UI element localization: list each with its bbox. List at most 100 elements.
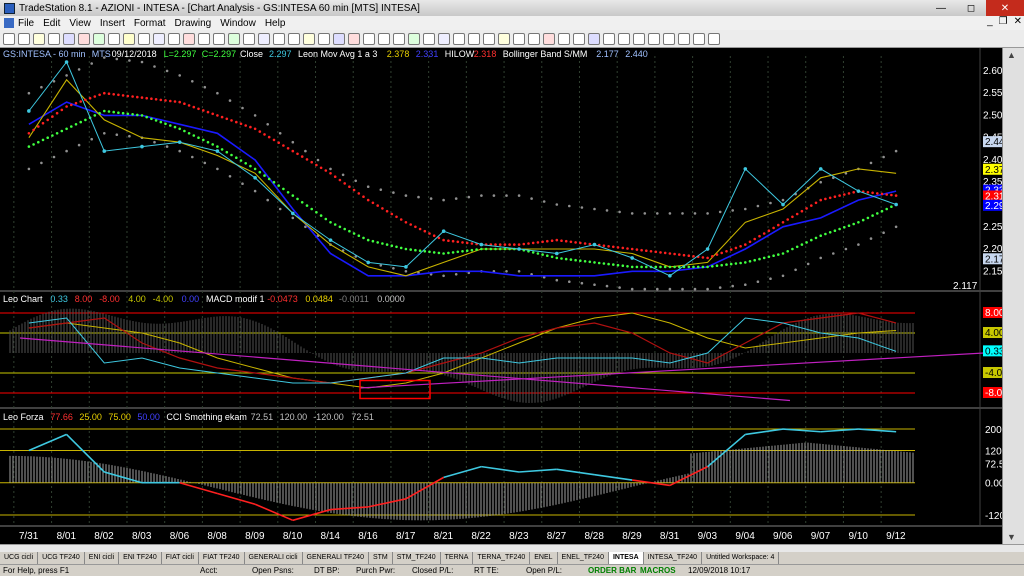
toolbar-tool-icon[interactable] <box>243 32 255 45</box>
toolbar-tool-icon[interactable] <box>468 32 480 45</box>
toolbar-tool-icon[interactable] <box>153 32 165 45</box>
hilow-point <box>169 99 172 103</box>
toolbar-tool-icon[interactable] <box>393 32 405 45</box>
toolbar-tool-icon[interactable] <box>78 32 90 45</box>
workspace-tab[interactable]: GENERALI cicli <box>245 552 303 564</box>
hilow-point <box>352 188 356 192</box>
toolbar-tool-icon[interactable] <box>123 32 135 45</box>
scroll-down-arrow-icon[interactable]: ▼ <box>1007 532 1016 542</box>
menu-edit[interactable]: Edit <box>43 18 60 29</box>
toolbar-tool-icon[interactable] <box>48 32 60 45</box>
cci-header-text: 25.00 <box>79 412 102 422</box>
toolbar-tool-icon[interactable] <box>333 32 345 45</box>
toolbar-tool-icon[interactable] <box>663 32 675 45</box>
toolbar-tool-icon[interactable] <box>138 32 150 45</box>
menu-help[interactable]: Help <box>265 18 286 29</box>
toolbar-tool-icon[interactable] <box>648 32 660 45</box>
toolbar-tool-icon[interactable] <box>438 32 450 45</box>
workspace-tab[interactable]: INTESA_TF240 <box>644 552 703 564</box>
macros-button[interactable]: MACROS <box>640 566 688 575</box>
mdi-close-button[interactable]: ✕ <box>1014 16 1022 27</box>
toolbar-tool-icon[interactable] <box>18 32 30 45</box>
bollinger-upper-point <box>77 68 81 71</box>
workspace-tab[interactable]: STM_TF240 <box>393 552 441 564</box>
toolbar-tool-icon[interactable] <box>363 32 375 45</box>
workspace-tab[interactable]: STM <box>369 552 393 564</box>
toolbar-tool-icon[interactable] <box>228 32 240 45</box>
workspace-tab[interactable]: FIAT cicli <box>162 552 199 564</box>
bollinger-green-point <box>333 223 337 226</box>
toolbar-tool-icon[interactable] <box>168 32 180 45</box>
workspace-tab[interactable]: ENEL_TF240 <box>558 552 609 564</box>
toolbar-tool-icon[interactable] <box>633 32 645 45</box>
menu-window[interactable]: Window <box>220 18 256 29</box>
workspace-tab[interactable]: ENI cicli <box>85 552 120 564</box>
toolbar-tool-icon[interactable] <box>303 32 315 45</box>
menu-drawing[interactable]: Drawing <box>175 18 212 29</box>
toolbar-tool-icon[interactable] <box>33 32 45 45</box>
chart-canvas[interactable]: GS:INTESA - 60 min MTS 09/12/2018 L=2.297 C=… <box>0 48 1002 544</box>
horizontal-scrollbar[interactable] <box>0 544 1024 552</box>
toolbar-tool-icon[interactable] <box>498 32 510 45</box>
order-bar-button[interactable]: ORDER BAR <box>588 566 640 575</box>
maximize-button[interactable]: ◻ <box>956 0 986 16</box>
workspace-tab[interactable]: UCG cicli <box>0 552 39 564</box>
workspace-tab[interactable]: GENERALI TF240 <box>303 552 369 564</box>
bollinger-green-point <box>343 227 347 231</box>
toolbar-tool-icon[interactable] <box>378 32 390 45</box>
toolbar-tool-icon[interactable] <box>708 32 720 45</box>
workspace-tab[interactable]: Untitled Workspace: 4 <box>702 552 780 564</box>
toolbar-tool-icon[interactable] <box>603 32 615 45</box>
toolbar-tool-icon[interactable] <box>558 32 570 45</box>
toolbar-tool-icon[interactable] <box>693 32 705 45</box>
mdi-minimize-button[interactable]: _ <box>987 16 993 27</box>
toolbar-tool-icon[interactable] <box>543 32 555 45</box>
close-button[interactable]: ✕ <box>986 0 1024 16</box>
menu-file[interactable]: File <box>18 18 34 29</box>
toolbar-tool-icon[interactable] <box>198 32 210 45</box>
toolbar-tool-icon[interactable] <box>348 32 360 45</box>
toolbar-tool-icon[interactable] <box>588 32 600 45</box>
bollinger-green-point <box>79 120 82 124</box>
menu-format[interactable]: Format <box>134 18 166 29</box>
toolbar-tool-icon[interactable] <box>423 32 435 45</box>
menu-insert[interactable]: Insert <box>100 18 125 29</box>
mdi-restore-button[interactable]: ❐ <box>999 16 1008 27</box>
vertical-scrollbar[interactable]: ▲ ▼ <box>1002 48 1024 544</box>
toolbar-tool-icon[interactable] <box>453 32 465 45</box>
workspace-tab[interactable]: TERNA <box>441 552 474 564</box>
toolbar-tool-icon[interactable] <box>288 32 300 45</box>
toolbar-tool-icon[interactable] <box>678 32 690 45</box>
toolbar-tool-icon[interactable] <box>318 32 330 45</box>
toolbar-tool-icon[interactable] <box>483 32 495 45</box>
menu-view[interactable]: View <box>69 18 91 29</box>
toolbar-tool-icon[interactable] <box>258 32 270 45</box>
hilow-point <box>748 240 752 244</box>
hilow-point <box>173 100 177 103</box>
bollinger-upper-point <box>165 69 169 73</box>
workspace-tab[interactable]: FIAT TF240 <box>199 552 245 564</box>
toolbar-tool-icon[interactable] <box>108 32 120 45</box>
workspace-tab[interactable]: ENI TF240 <box>119 552 162 564</box>
toolbar-tool-icon[interactable] <box>528 32 540 45</box>
workspace-tab[interactable]: INTESA <box>608 552 644 564</box>
toolbar-tool-icon[interactable] <box>183 32 195 45</box>
toolbar-tool-icon[interactable] <box>213 32 225 45</box>
chart-window-icon[interactable] <box>4 18 14 28</box>
chart-analysis-window[interactable]: GS:INTESA - 60 min MTS 09/12/2018 L=2.297 C=… <box>0 48 1002 544</box>
workspace-tab[interactable]: UCG TF240 <box>38 552 85 564</box>
toolbar-tool-icon[interactable] <box>3 32 15 45</box>
toolbar-tool-icon[interactable] <box>63 32 75 45</box>
minimize-button[interactable]: — <box>926 0 956 16</box>
workspace-tab[interactable]: ENEL <box>530 552 558 564</box>
bollinger-green-point <box>758 257 761 261</box>
scroll-up-arrow-icon[interactable]: ▲ <box>1007 50 1016 60</box>
hilow-point <box>286 147 290 150</box>
toolbar-tool-icon[interactable] <box>408 32 420 45</box>
toolbar-tool-icon[interactable] <box>93 32 105 45</box>
toolbar-tool-icon[interactable] <box>618 32 630 45</box>
toolbar-tool-icon[interactable] <box>573 32 585 45</box>
workspace-tab[interactable]: TERNA_TF240 <box>473 552 531 564</box>
toolbar-tool-icon[interactable] <box>273 32 285 45</box>
toolbar-tool-icon[interactable] <box>513 32 525 45</box>
